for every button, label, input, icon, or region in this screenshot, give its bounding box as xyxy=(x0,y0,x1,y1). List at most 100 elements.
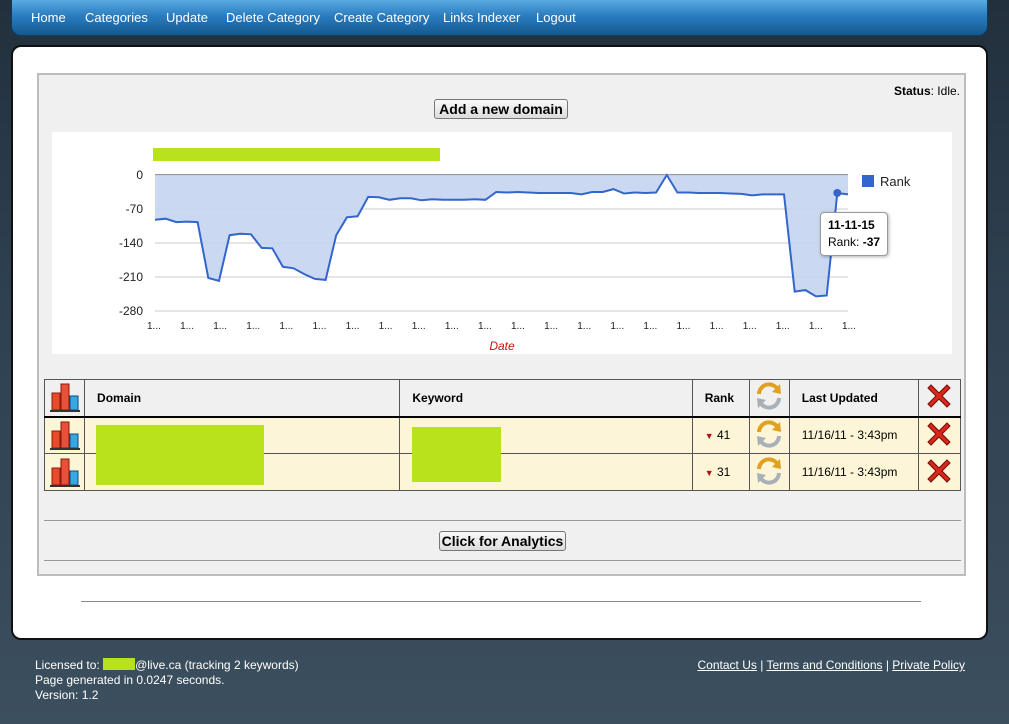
license-suffix: @live.ca (tracking 2 keywords) xyxy=(135,658,299,672)
x-tick-label: 1... xyxy=(643,321,657,332)
status-indicator: Status: Idle. xyxy=(894,84,960,98)
redacted-email xyxy=(103,658,136,670)
rank-down-icon: ▼ xyxy=(704,468,714,478)
content-box: Status: Idle. Add a new domain 0 -70 -140 -… xyxy=(37,73,966,576)
delete-cell xyxy=(917,416,962,454)
refresh-all-icon[interactable] xyxy=(753,380,785,412)
table-header-row: Domain Keyword Rank Last Updated xyxy=(43,379,962,418)
y-tick-label: -280 xyxy=(119,304,143,318)
y-tick-label: -210 xyxy=(119,270,143,284)
x-axis-title: Date xyxy=(489,339,515,353)
refresh-cell xyxy=(748,453,790,491)
x-tick-label: 1... xyxy=(478,321,492,332)
domain-header: Domain xyxy=(84,379,401,418)
updated-cell: 11/16/11 - 3:43pm xyxy=(788,416,919,454)
delete-icon[interactable] xyxy=(924,456,954,486)
rank-cell: ▼ 41 xyxy=(691,416,750,454)
license-line: Licensed to: @live.ca (tracking 2 keywor… xyxy=(35,658,299,673)
nav-update[interactable]: Update xyxy=(166,10,208,25)
tooltip-rank-label: Rank: xyxy=(828,235,860,249)
footer-divider xyxy=(81,601,921,602)
row-chart-cell xyxy=(43,453,86,491)
license-prefix: Licensed to: xyxy=(35,658,100,672)
rank-chart: 0 -70 -140 -210 -280 1... 1... 1... 1... 1... 1...… xyxy=(52,132,952,354)
redacted-chart-title xyxy=(153,148,440,161)
bar-chart-icon[interactable] xyxy=(49,380,81,413)
x-tick-label: 1... xyxy=(710,321,724,332)
x-tick-label: 1... xyxy=(842,321,856,332)
legend-label: Rank xyxy=(880,174,911,189)
refresh-icon[interactable] xyxy=(753,418,785,450)
rank-cell: ▼ 31 xyxy=(691,453,750,491)
refresh-header-cell xyxy=(748,379,790,418)
rank-header: Rank xyxy=(691,379,750,418)
rank-value: 41 xyxy=(716,428,731,443)
privacy-policy-link[interactable]: Private Policy xyxy=(892,658,965,672)
x-tick-label: 1... xyxy=(743,321,757,332)
delete-header-cell xyxy=(917,379,962,418)
nav-create-category[interactable]: Create Category xyxy=(334,10,429,25)
footer-links: Contact Us | Terms and Conditions | Priv… xyxy=(697,658,966,672)
keyword-header: Keyword xyxy=(399,379,693,418)
x-tick-label: 1... xyxy=(544,321,558,332)
x-tick-label: 1... xyxy=(809,321,823,332)
x-tick-label: 1... xyxy=(511,321,525,332)
x-tick-label: 1... xyxy=(776,321,790,332)
refresh-icon[interactable] xyxy=(753,455,785,487)
x-tick-label: 1... xyxy=(246,321,260,332)
y-tick-label: -70 xyxy=(126,202,144,216)
redacted-keyword xyxy=(412,427,501,482)
delete-all-icon[interactable] xyxy=(924,381,954,411)
y-tick-label: 0 xyxy=(136,168,143,182)
x-tick-label: 1... xyxy=(346,321,360,332)
bar-chart-icon[interactable] xyxy=(49,418,81,450)
status-label: Status xyxy=(893,84,931,98)
terms-link[interactable]: Terms and Conditions xyxy=(766,658,882,672)
x-tick-label: 1... xyxy=(180,321,194,332)
add-domain-button[interactable]: Add a new domain xyxy=(434,99,568,119)
x-tick-label: 1... xyxy=(279,321,293,332)
rank-chart-svg: 0 -70 -140 -210 -280 1... 1... 1... 1... 1... 1...… xyxy=(119,168,911,353)
x-tick-label: 1... xyxy=(610,321,624,332)
nav-home[interactable]: Home xyxy=(31,10,66,25)
row-chart-cell xyxy=(43,416,86,454)
tooltip-date: 11-11-15 xyxy=(828,218,875,232)
generation-time: Page generated in 0.0247 seconds. xyxy=(35,673,225,687)
nav-logout[interactable]: Logout xyxy=(536,10,576,25)
x-tick-label: 1... xyxy=(213,321,227,332)
top-navigation: Home Categories Update Delete Category C… xyxy=(11,0,988,36)
bar-chart-icon[interactable] xyxy=(49,455,81,487)
divider xyxy=(44,520,961,521)
rank-value: 31 xyxy=(716,465,731,479)
x-tick-label: 1... xyxy=(445,321,459,332)
version-label: Version: 1.2 xyxy=(35,688,99,702)
x-tick-label: 1... xyxy=(577,321,591,332)
y-tick-label: -140 xyxy=(119,236,143,250)
main-panel: Status: Idle. Add a new domain 0 -70 -140 -… xyxy=(11,45,988,640)
highlighted-point xyxy=(833,188,842,197)
footer-info: Licensed to: @live.ca (tracking 2 keywor… xyxy=(35,658,299,703)
delete-cell xyxy=(917,453,962,491)
tooltip-rank: Rank: -37 xyxy=(828,234,887,251)
chart-header-cell xyxy=(43,379,86,418)
nav-delete-category[interactable]: Delete Category xyxy=(226,10,320,25)
updated-header: Last Updated xyxy=(788,379,919,418)
x-tick-label: 1... xyxy=(312,321,326,332)
legend-swatch xyxy=(862,175,874,187)
contact-us-link[interactable]: Contact Us xyxy=(698,658,757,672)
chart-tooltip: 11-11-15 Rank: -37 xyxy=(820,212,888,256)
nav-links-indexer[interactable]: Links Indexer xyxy=(443,10,520,25)
analytics-button[interactable]: Click for Analytics xyxy=(439,531,566,551)
x-tick-label: 1... xyxy=(379,321,393,332)
x-tick-label: 1... xyxy=(147,321,161,332)
updated-cell: 11/16/11 - 3:43pm xyxy=(788,453,919,491)
rank-down-icon: ▼ xyxy=(704,431,714,442)
tooltip-rank-value: -37 xyxy=(862,235,881,249)
delete-icon[interactable] xyxy=(924,419,954,449)
redacted-domain xyxy=(96,425,264,485)
nav-categories[interactable]: Categories xyxy=(85,10,148,25)
divider xyxy=(44,560,961,561)
x-tick-label: 1... xyxy=(412,321,426,332)
x-tick-label: 1... xyxy=(677,321,691,332)
refresh-cell xyxy=(748,416,790,454)
